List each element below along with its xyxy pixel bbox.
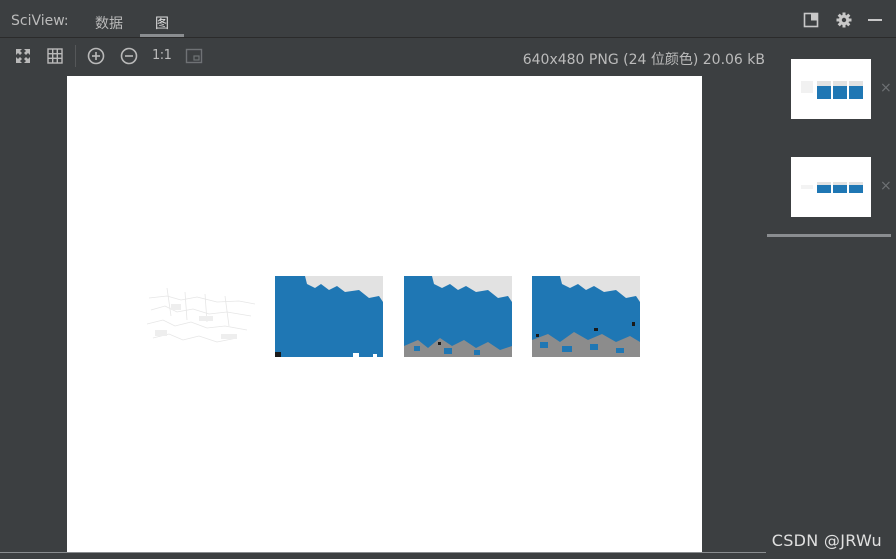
app-title: SciView: — [11, 13, 69, 29]
fit-to-window-icon[interactable] — [14, 47, 32, 65]
tab-plots[interactable]: 图 — [155, 13, 169, 33]
subplot-original-image — [146, 276, 256, 357]
background-toggle-icon[interactable] — [185, 47, 203, 65]
subplot-segmentation-2 — [404, 276, 512, 357]
tab-data[interactable]: 数据 — [95, 13, 123, 33]
active-tab-indicator — [140, 34, 184, 37]
thumbnail-plot-1[interactable] — [791, 59, 871, 119]
gear-icon[interactable] — [836, 12, 852, 28]
sciview-header: SciView: 数据 图 — [0, 0, 896, 38]
close-thumbnail-1-icon[interactable]: × — [880, 80, 892, 96]
grid-icon[interactable] — [46, 47, 64, 65]
subplot-segmentation-3 — [532, 276, 640, 357]
plot-canvas — [67, 76, 702, 552]
thumbnail-plot-2[interactable] — [791, 157, 871, 217]
watermark: CSDN @JRWu — [771, 531, 882, 550]
minimize-icon[interactable] — [867, 12, 883, 28]
image-toolbar: 1:1 640x480 PNG (24 位颜色) 20.06 kB — [0, 38, 775, 74]
actual-size-button[interactable]: 1:1 — [152, 48, 172, 63]
zoom-out-icon[interactable] — [120, 47, 138, 65]
bottom-scrollbar[interactable] — [0, 552, 766, 553]
layout-panel-icon[interactable] — [803, 12, 819, 28]
zoom-in-icon[interactable] — [87, 47, 105, 65]
sidebar-scroll-indicator[interactable] — [767, 234, 891, 237]
toolbar-separator — [75, 45, 76, 67]
subplot-segmentation-1 — [275, 276, 383, 357]
close-thumbnail-2-icon[interactable]: × — [880, 178, 892, 194]
thumbnail-sidebar: × × — [767, 38, 896, 559]
image-info: 640x480 PNG (24 位颜色) 20.06 kB — [522, 52, 765, 68]
